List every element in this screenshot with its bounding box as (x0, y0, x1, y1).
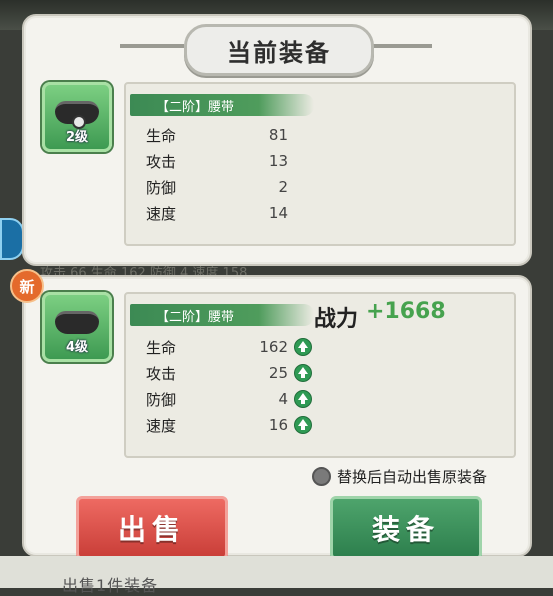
stat-value: 81 (268, 126, 288, 144)
new-item-icon[interactable]: 4级 (42, 292, 112, 362)
panel-title: 当前装备 (184, 24, 374, 76)
stat-value: 25 (268, 364, 288, 382)
stat-label: 速度 (146, 204, 177, 223)
stat-row: 攻击 25 (146, 362, 312, 384)
auto-sell-toggle[interactable]: 替换后自动出售原装备 (312, 466, 487, 487)
current-item-stats-card: 【二阶】腰带 生命 81 攻击 13 防御 2 速度 14 (124, 82, 516, 246)
stat-value: 13 (268, 152, 288, 170)
stat-up-arrow-icon (294, 416, 312, 434)
stat-label: 生命 (146, 126, 177, 145)
stat-label: 生命 (146, 338, 177, 357)
stat-label: 防御 (146, 178, 177, 197)
stat-value: 4 (278, 390, 288, 408)
stat-value: 2 (278, 178, 288, 196)
title-ornament-right (368, 44, 432, 48)
stat-label: 防御 (146, 390, 177, 409)
equip-button[interactable]: 装备 (330, 496, 482, 560)
background-bottom-text: 出售1件装备 (62, 576, 159, 595)
belt-icon (55, 311, 99, 334)
stat-value: 16 (268, 416, 288, 434)
stat-row: 攻击 13 (146, 150, 288, 172)
stat-value: 14 (268, 204, 288, 222)
background-bottom: 出售1件装备 (0, 556, 553, 595)
power-value: +1668 (366, 299, 446, 324)
current-item-icon[interactable]: 2级 (42, 82, 112, 152)
stat-value: 162 (259, 338, 288, 356)
stat-label: 攻击 (146, 364, 177, 383)
stat-row: 生命 81 (146, 124, 288, 146)
stat-row: 速度 14 (146, 202, 288, 224)
current-item-name: 【二阶】腰带 (130, 94, 314, 116)
new-item-level: 4级 (65, 340, 89, 355)
title-ornament-left (120, 44, 184, 48)
stat-label: 攻击 (146, 152, 177, 171)
power-label: 战力 (314, 307, 359, 332)
stat-up-arrow-icon (294, 390, 312, 408)
stat-up-arrow-icon (294, 364, 312, 382)
current-item-level: 2级 (65, 130, 89, 145)
stat-row: 防御 4 (146, 388, 312, 410)
stat-row: 速度 16 (146, 414, 312, 436)
new-item-name: 【二阶】腰带 (130, 304, 314, 326)
radio-icon[interactable] (312, 467, 331, 486)
sell-button[interactable]: 出售 (76, 496, 228, 560)
side-event-badge[interactable] (0, 218, 24, 260)
stat-row: 生命 162 (146, 336, 312, 358)
stat-label: 速度 (146, 416, 177, 435)
stat-up-arrow-icon (294, 338, 312, 356)
new-badge: 新 (10, 269, 44, 303)
stat-row: 防御 2 (146, 176, 288, 198)
auto-sell-label: 替换后自动出售原装备 (337, 468, 488, 486)
